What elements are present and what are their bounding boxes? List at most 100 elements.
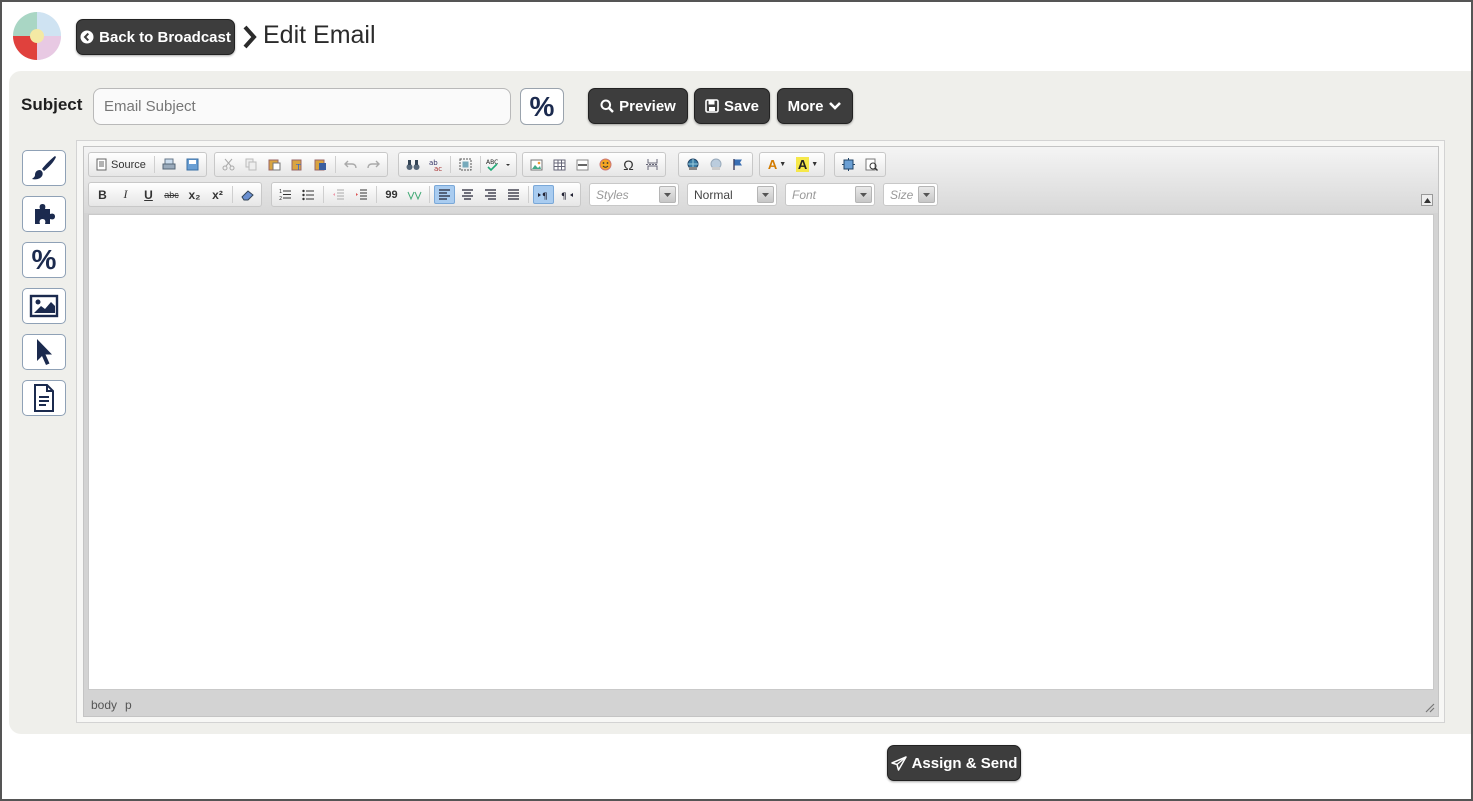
search-icon — [600, 99, 614, 113]
unlink-icon — [710, 158, 721, 170]
subject-label: Subject — [21, 95, 83, 114]
font-dropdown[interactable]: Font — [785, 183, 875, 206]
page-title: Edit Email — [263, 21, 376, 49]
path-item-p[interactable]: p — [125, 698, 132, 712]
numbered-list-button[interactable]: 12 — [275, 185, 296, 204]
toolbar-separator — [376, 186, 377, 203]
page-break-button[interactable] — [641, 155, 662, 174]
toolbar-separator — [429, 186, 430, 203]
editor-toolbar: Source T ab ac ABC Ω A ▼ A ▼ B I U abc x… — [84, 147, 1438, 213]
binoculars-icon — [406, 159, 419, 170]
path-item-body[interactable]: body — [91, 698, 117, 712]
rich-text-editor: Source T ab ac ABC Ω A ▼ A ▼ B I U abc x… — [83, 146, 1439, 717]
redo-button[interactable] — [363, 155, 384, 174]
insert-table-button[interactable] — [549, 155, 570, 174]
align-left-button[interactable] — [434, 185, 455, 204]
image-tool-button[interactable] — [22, 288, 66, 324]
create-div-button[interactable] — [404, 185, 425, 204]
align-right-button[interactable] — [480, 185, 501, 204]
copy-button[interactable] — [241, 155, 262, 174]
paste-word-button[interactable] — [310, 155, 331, 174]
format-dropdown[interactable]: Normal — [687, 183, 777, 206]
chevron-down-icon — [918, 186, 935, 203]
outdent-button[interactable] — [328, 185, 349, 204]
background-color-button[interactable]: A ▼ — [793, 155, 821, 174]
horizontal-line-button[interactable] — [572, 155, 593, 174]
template-tool-button[interactable] — [22, 380, 66, 416]
spellcheck-button[interactable]: ABC — [485, 155, 513, 174]
underline-button[interactable]: U — [138, 185, 159, 204]
maximize-button[interactable] — [838, 155, 859, 174]
source-button[interactable]: Source — [92, 155, 150, 174]
size-dropdown-label: Size — [890, 187, 914, 202]
indent-button[interactable] — [351, 185, 372, 204]
assign-and-send-button[interactable]: Assign & Send — [887, 745, 1021, 781]
link-tool-button[interactable] — [22, 334, 66, 370]
show-blocks-button[interactable] — [861, 155, 882, 174]
toolbar-separator — [232, 186, 233, 203]
text-direction-ltr-button[interactable]: ¶ — [533, 185, 554, 204]
styles-dropdown-label: Styles — [596, 187, 629, 202]
anchor-button[interactable] — [728, 155, 749, 174]
svg-text:2: 2 — [279, 196, 282, 201]
undo-icon — [344, 160, 357, 169]
toolbar-group-paragraph: 12 99 ¶ ¶ — [271, 182, 581, 207]
justify-button[interactable] — [503, 185, 524, 204]
back-button-label: Back to Broadcast — [99, 28, 231, 46]
source-label: Source — [111, 158, 146, 171]
undo-button[interactable] — [340, 155, 361, 174]
superscript-icon: x² — [212, 187, 223, 202]
size-dropdown[interactable]: Size — [883, 183, 938, 206]
content-block-tool-button[interactable] — [22, 196, 66, 232]
editor-content-area[interactable] — [88, 214, 1434, 690]
link-button[interactable] — [682, 155, 703, 174]
preview-button[interactable]: Preview — [588, 88, 688, 124]
insert-image-button[interactable] — [526, 155, 547, 174]
replace-button[interactable]: ab ac — [425, 155, 446, 174]
toolbar-group-links — [678, 152, 753, 177]
subscript-button[interactable]: x₂ — [184, 185, 205, 204]
paste-text-button[interactable]: T — [287, 155, 308, 174]
bold-button[interactable]: B — [92, 185, 113, 204]
merge-field-tool-button[interactable]: % — [22, 242, 66, 278]
collapse-icon — [1423, 197, 1431, 203]
styles-dropdown[interactable]: Styles — [589, 183, 679, 206]
print-button[interactable] — [159, 155, 180, 174]
subject-input[interactable] — [93, 88, 511, 125]
back-to-broadcast-button[interactable]: Back to Broadcast — [76, 19, 235, 55]
bullet-list-button[interactable] — [298, 185, 319, 204]
save-doc-button[interactable] — [182, 155, 203, 174]
cut-button[interactable] — [218, 155, 239, 174]
text-direction-rtl-button[interactable]: ¶ — [556, 185, 577, 204]
assign-send-label: Assign & Send — [911, 754, 1018, 772]
subject-merge-field-button[interactable]: % — [520, 88, 564, 125]
font-dropdown-label: Font — [792, 187, 817, 202]
strikethrough-button[interactable]: abc — [161, 185, 182, 204]
smiley-icon — [599, 158, 612, 171]
percent-icon: % — [31, 244, 57, 275]
format-dropdown-label: Normal — [694, 187, 733, 202]
find-button[interactable] — [402, 155, 423, 174]
smiley-button[interactable] — [595, 155, 616, 174]
resize-handle-icon[interactable] — [1423, 701, 1435, 713]
save-disk-icon — [705, 99, 719, 113]
unlink-button[interactable] — [705, 155, 726, 174]
italic-button[interactable]: I — [115, 185, 136, 204]
text-color-button[interactable]: A ▼ — [763, 155, 791, 174]
remove-format-button[interactable] — [237, 185, 258, 204]
save-button[interactable]: Save — [694, 88, 770, 124]
eraser-icon — [240, 189, 254, 200]
design-style-tool-button[interactable] — [22, 150, 66, 186]
strikethrough-icon: abc — [164, 189, 179, 200]
align-center-button[interactable] — [457, 185, 478, 204]
blockquote-button[interactable]: 99 — [381, 185, 402, 204]
special-char-button[interactable]: Ω — [618, 155, 639, 174]
paste-text-icon: T — [291, 159, 302, 171]
select-all-button[interactable] — [455, 155, 476, 174]
more-dropdown-button[interactable]: More — [777, 88, 853, 124]
collapse-toolbar-button[interactable] — [1421, 194, 1433, 206]
svg-text:1: 1 — [279, 189, 282, 195]
superscript-button[interactable]: x² — [207, 185, 228, 204]
paste-button[interactable] — [264, 155, 285, 174]
ltr-icon: ¶ — [537, 192, 547, 201]
